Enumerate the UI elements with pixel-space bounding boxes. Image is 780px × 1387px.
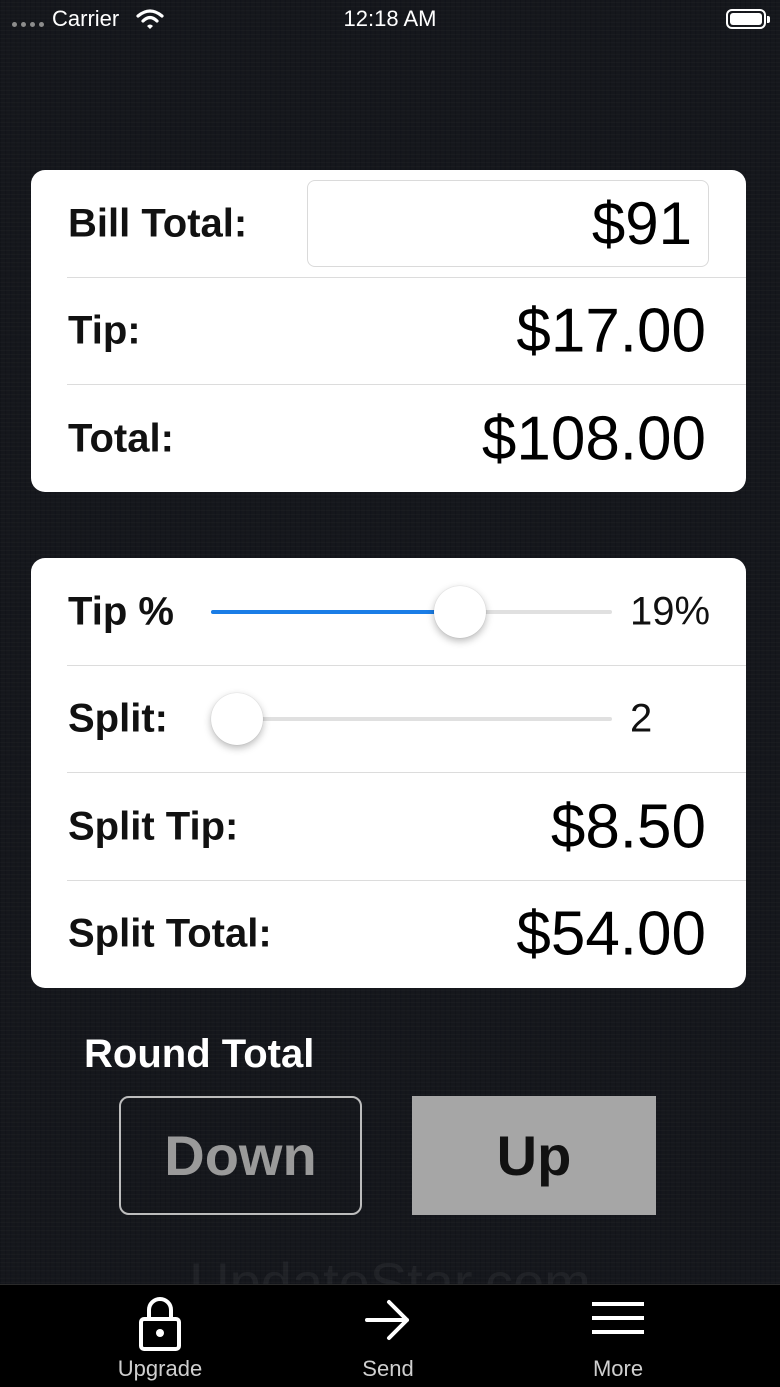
split-slider[interactable] — [211, 693, 612, 746]
tab-bar: Upgrade Send More — [0, 1284, 780, 1387]
tab-send[interactable]: Send — [288, 1285, 488, 1387]
total-amount: $108.00 — [481, 404, 706, 474]
total-row: Total: $108.00 — [31, 385, 746, 492]
slider-thumb[interactable] — [433, 585, 486, 638]
slider-thumb[interactable] — [211, 693, 263, 746]
battery-icon — [726, 9, 770, 29]
tip-percent-label: Tip % — [68, 589, 174, 634]
split-row: Split: 2 — [31, 666, 746, 774]
status-bar: Carrier 12:18 AM — [0, 0, 780, 40]
split-total-row: Split Total: $54.00 — [31, 881, 746, 989]
split-tip-row: Split Tip: $8.50 — [31, 773, 746, 881]
bill-total-row: Bill Total: — [31, 170, 746, 278]
tip-row: Tip: $17.00 — [31, 278, 746, 386]
split-card: Tip % 19% Split: 2 Split Tip: $8.50 Spli… — [31, 558, 746, 988]
round-down-button[interactable]: Down — [119, 1096, 362, 1215]
split-tip-amount: $8.50 — [550, 792, 706, 862]
tab-send-label: Send — [362, 1356, 414, 1381]
lock-icon — [139, 1297, 181, 1351]
round-up-button[interactable]: Up — [412, 1096, 656, 1215]
split-total-label: Split Total: — [68, 911, 272, 956]
slider-track — [211, 717, 612, 722]
tab-upgrade[interactable]: Upgrade — [60, 1285, 260, 1387]
tip-percent-value: 19% — [630, 589, 711, 634]
tip-percent-row: Tip % 19% — [31, 558, 746, 666]
split-count-value: 2 — [630, 696, 653, 741]
bill-summary-card: Bill Total: Tip: $17.00 Total: $108.00 — [31, 170, 746, 492]
split-tip-label: Split Tip: — [68, 804, 239, 849]
split-label: Split: — [68, 696, 168, 741]
tab-more-label: More — [592, 1356, 644, 1381]
menu-icon — [592, 1302, 644, 1334]
tab-upgrade-label: Upgrade — [117, 1356, 203, 1381]
tip-amount: $17.00 — [516, 296, 706, 366]
arrow-right-icon — [365, 1300, 409, 1340]
split-total-amount: $54.00 — [516, 899, 706, 969]
total-label: Total: — [68, 416, 174, 461]
slider-fill — [211, 609, 460, 614]
status-time: 12:18 AM — [343, 6, 437, 31]
bill-total-input[interactable] — [307, 180, 709, 267]
bill-total-label: Bill Total: — [68, 201, 248, 246]
round-total-heading: Round Total — [84, 1032, 315, 1076]
tab-more[interactable]: More — [518, 1285, 718, 1387]
tip-percent-slider[interactable] — [211, 585, 612, 638]
tip-label: Tip: — [68, 308, 141, 353]
